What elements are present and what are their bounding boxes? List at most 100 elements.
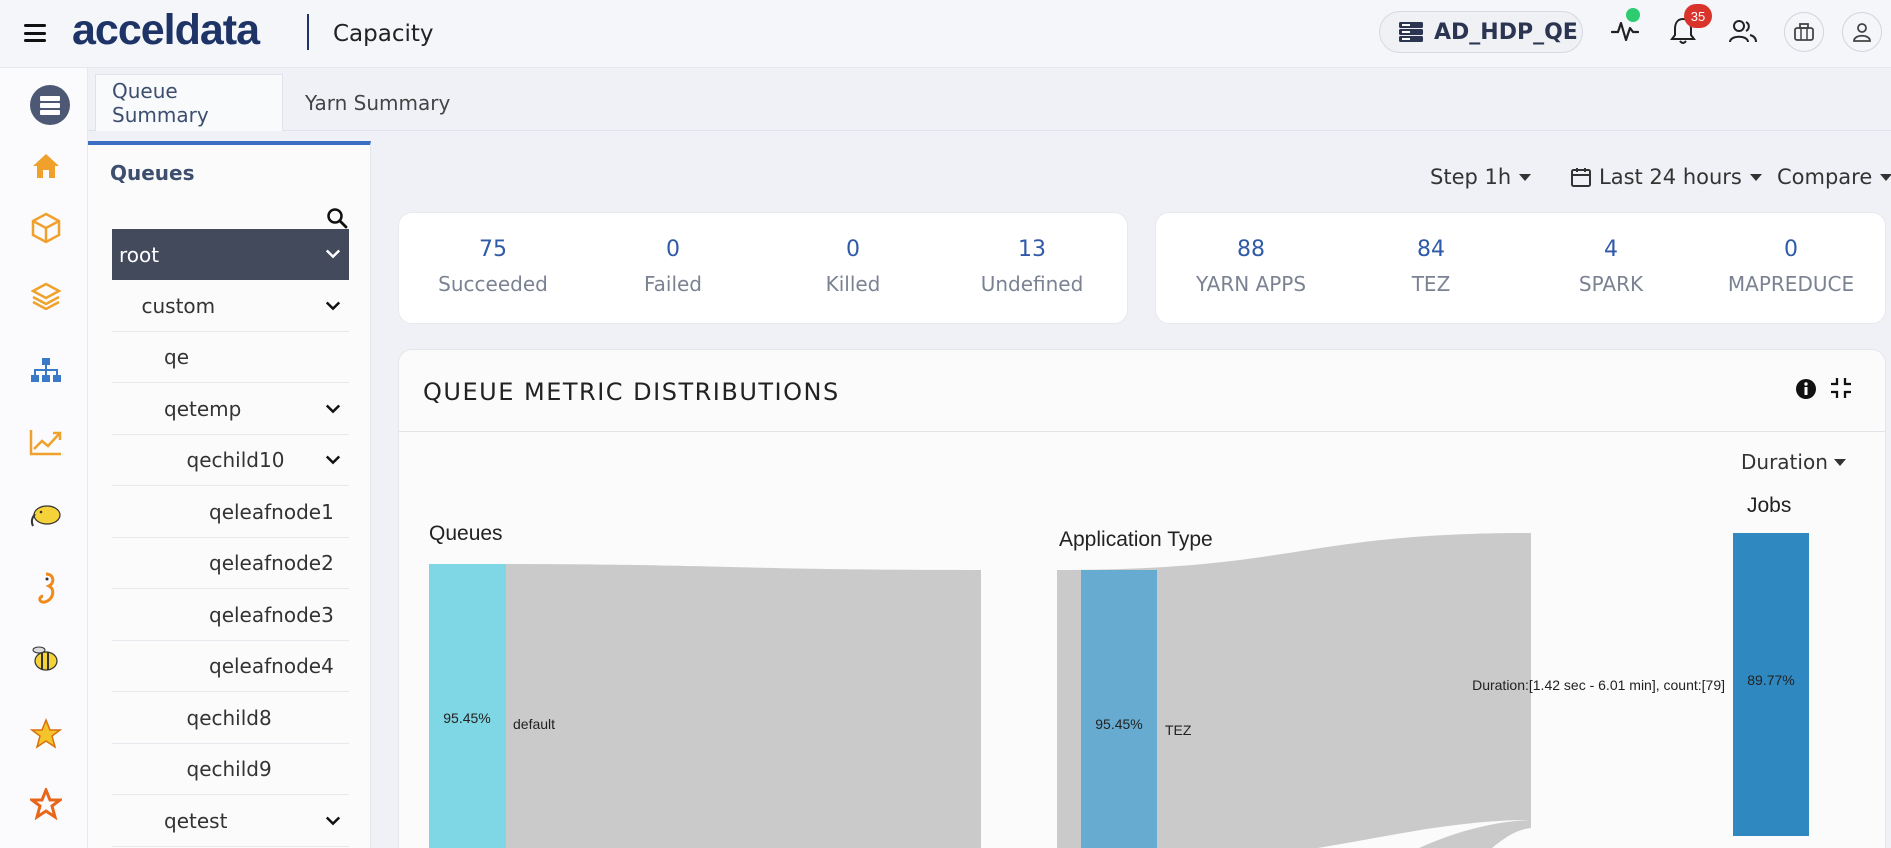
job-node-label: Duration:[1.42 sec - 6.01 min], count:[7… — [1472, 677, 1725, 693]
chevron-down-icon[interactable] — [325, 452, 341, 468]
tab-queue-summary[interactable]: Queue Summary — [95, 74, 283, 131]
notifications-button[interactable]: 35 — [1666, 4, 1712, 48]
stat-killed[interactable]: 0 Killed — [773, 237, 933, 296]
layers-icon — [31, 282, 61, 310]
user-icon — [1853, 23, 1871, 42]
notification-badge: 35 — [1684, 4, 1712, 28]
queue-tree-item[interactable]: qe — [112, 332, 349, 383]
chevron-down-icon[interactable] — [325, 298, 341, 314]
briefcase-icon — [1794, 23, 1814, 41]
queue-tree-item[interactable]: qeleafnode1 — [112, 487, 349, 538]
rail-hadoop[interactable] — [26, 496, 66, 536]
stat-failed[interactable]: 0 Failed — [593, 237, 753, 296]
stat-label: Killed — [825, 272, 881, 296]
users-button[interactable] — [1726, 14, 1760, 48]
top-bar: acceldata Capacity AD_HDP_QE 35 — [0, 0, 1891, 68]
caret-down-icon — [1749, 173, 1762, 181]
menu-icon[interactable] — [24, 24, 46, 42]
queue-search-button[interactable] — [326, 207, 350, 231]
stat-mapreduce[interactable]: 0 MAPREDUCE — [1711, 237, 1871, 296]
users-icon — [1729, 20, 1757, 43]
stat-label: YARN APPS — [1195, 272, 1307, 296]
cluster-selector[interactable]: AD_HDP_QE — [1379, 11, 1583, 53]
queue-tree-item[interactable]: qetest — [112, 796, 349, 847]
stat-value: 0 — [846, 237, 860, 262]
app-node-label: TEZ — [1165, 722, 1192, 738]
server-icon — [1399, 22, 1423, 42]
queue-tree-label: qe — [164, 345, 189, 369]
stat-value: 75 — [479, 237, 507, 262]
tab-yarn-summary[interactable]: Yarn Summary — [289, 74, 466, 131]
stat-undefined[interactable]: 13 Undefined — [952, 237, 1112, 296]
queue-tree-item[interactable]: custom — [112, 281, 349, 332]
rail-bee[interactable] — [26, 640, 66, 680]
health-button[interactable] — [1608, 8, 1642, 48]
rail-hive[interactable] — [26, 568, 66, 608]
queue-tree-label: qetemp — [164, 396, 242, 421]
stat-label: Undefined — [980, 272, 1084, 296]
rail-cube[interactable] — [26, 208, 66, 248]
stat-succeeded[interactable]: 75 Succeeded — [413, 237, 573, 296]
stat-label: TEZ — [1411, 272, 1451, 296]
stat-tez[interactable]: 84 TEZ — [1351, 237, 1511, 296]
queue-tree-item[interactable]: qeleafnode2 — [112, 538, 349, 589]
queue-tree-item[interactable]: root — [112, 229, 349, 280]
queue-tree-item[interactable]: qechild9 — [112, 744, 349, 795]
queue-tree-item[interactable]: qetemp — [112, 384, 349, 435]
chevron-down-icon[interactable] — [325, 401, 341, 417]
caret-down-icon — [1519, 173, 1532, 181]
queue-node-percent: 95.45% — [443, 710, 490, 726]
stat-value: 0 — [1784, 237, 1798, 262]
sankey-node-queue[interactable] — [429, 564, 506, 848]
side-rail — [0, 68, 88, 848]
sankey-link-queue-app[interactable] — [482, 564, 981, 848]
server-icon — [40, 96, 60, 115]
apps-button[interactable] — [1784, 12, 1824, 52]
queue-tree-label: qeleafnode3 — [209, 602, 334, 627]
chevron-down-icon[interactable] — [325, 246, 341, 262]
home-icon — [33, 154, 59, 178]
rail-cluster-button[interactable] — [30, 85, 70, 125]
queue-tree-item[interactable]: qechild10 — [112, 435, 349, 486]
logo-divider — [307, 14, 309, 50]
rail-hierarchy[interactable] — [26, 350, 66, 390]
chevron-down-icon[interactable] — [325, 813, 341, 829]
stat-label: MAPREDUCE — [1727, 272, 1855, 296]
queue-tree-label: qeleafnode4 — [209, 654, 334, 678]
queue-tree-item[interactable]: qeleafnode3 — [112, 590, 349, 641]
job-node-percent: 89.77% — [1747, 672, 1794, 688]
queue-tree-item[interactable]: qeleafnode4 — [112, 641, 349, 692]
step-dropdown[interactable]: Step 1h — [1430, 162, 1532, 192]
queue-tree-label: qetest — [164, 808, 228, 833]
logo[interactable]: acceldata — [72, 6, 260, 55]
compare-dropdown[interactable]: Compare — [1777, 162, 1891, 192]
sitemap-icon — [31, 358, 61, 382]
column-label-queues: Queues — [429, 522, 503, 545]
rail-spark[interactable] — [26, 784, 66, 824]
rail-home[interactable] — [26, 146, 66, 186]
elephant-icon — [30, 505, 61, 527]
column-label-app-type: Application Type — [1059, 528, 1213, 551]
stat-yarn-apps[interactable]: 88 YARN APPS — [1171, 237, 1331, 296]
rail-layers[interactable] — [26, 276, 66, 316]
stat-spark[interactable]: 4 SPARK — [1531, 237, 1691, 296]
step-label: Step 1h — [1430, 165, 1512, 189]
time-range-dropdown[interactable]: Last 24 hours — [1571, 162, 1762, 192]
stat-value: 84 — [1417, 237, 1445, 262]
column-label-jobs: Jobs — [1747, 494, 1791, 517]
stat-label: Failed — [643, 272, 703, 296]
time-range-label: Last 24 hours — [1599, 165, 1742, 189]
status-dot — [1626, 8, 1640, 22]
queue-tree-label: qeleafnode2 — [209, 551, 334, 575]
queue-tree-item[interactable]: qechild8 — [112, 693, 349, 744]
rail-star-tool[interactable] — [26, 714, 66, 754]
tab-bar: Queue Summary Yarn Summary — [88, 68, 1891, 131]
caret-down-icon — [1880, 173, 1891, 181]
sankey-node-app-type[interactable] — [1081, 570, 1157, 848]
stat-value: 0 — [666, 237, 680, 262]
rail-trends[interactable] — [26, 422, 66, 462]
queue-metric-card: QUEUE METRIC DISTRIBUTIONS Duration Queu… — [398, 349, 1886, 848]
profile-button[interactable] — [1842, 12, 1882, 52]
queue-panel-title: Queues — [110, 161, 195, 185]
spark-star-icon — [30, 788, 62, 820]
